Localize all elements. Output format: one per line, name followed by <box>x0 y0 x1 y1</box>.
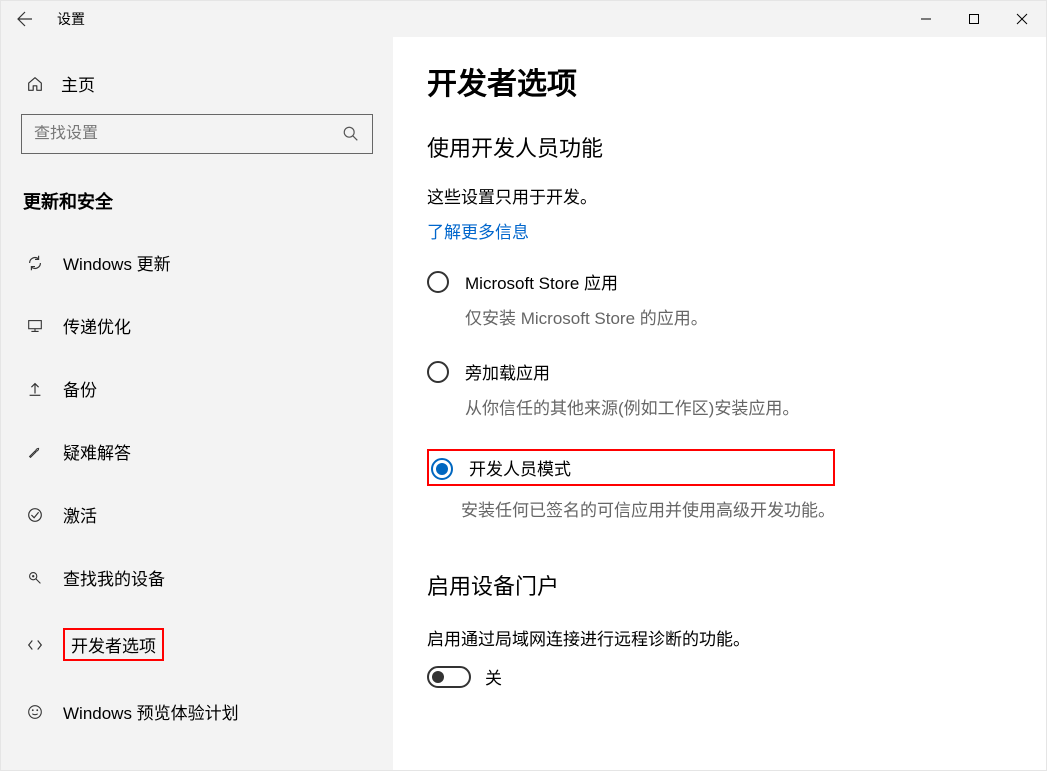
window-controls <box>902 1 1046 37</box>
sidebar-item-backup[interactable]: 备份 <box>21 362 373 415</box>
home-icon <box>25 74 45 94</box>
device-portal-toggle[interactable] <box>427 666 471 688</box>
learn-more-link[interactable]: 了解更多信息 <box>427 218 529 243</box>
sidebar-item-activation[interactable]: 激活 <box>21 488 373 541</box>
wrench-icon <box>25 442 45 462</box>
arrow-left-icon <box>17 11 33 27</box>
radio-sideload-apps[interactable]: 旁加载应用 从你信任的其他来源(例如工作区)安装应用。 <box>427 359 1012 419</box>
code-icon <box>25 635 45 655</box>
sidebar-item-delivery-optimization[interactable]: 传递优化 <box>21 299 373 352</box>
sidebar-item-label: Windows 更新 <box>63 250 171 275</box>
sidebar-item-label: 疑难解答 <box>63 439 131 464</box>
sidebar-item-windows-update[interactable]: Windows 更新 <box>21 236 373 289</box>
radio-label: Microsoft Store 应用 <box>465 269 708 294</box>
back-button[interactable] <box>1 1 49 37</box>
home-label: 主页 <box>61 71 95 96</box>
sidebar-item-find-my-device[interactable]: 查找我的设备 <box>21 551 373 604</box>
search-icon <box>342 125 360 143</box>
delivery-icon <box>25 316 45 336</box>
search-box[interactable] <box>21 114 373 154</box>
toggle-state-label: 关 <box>485 664 502 689</box>
check-circle-icon <box>25 505 45 525</box>
find-device-icon <box>25 568 45 588</box>
radio-label: 旁加载应用 <box>465 359 799 384</box>
section-device-portal-desc: 启用通过局域网连接进行远程诊断的功能。 <box>427 625 1012 650</box>
sidebar-item-troubleshoot[interactable]: 疑难解答 <box>21 425 373 478</box>
radio-desc: 从你信任的其他来源(例如工作区)安装应用。 <box>465 394 799 419</box>
sync-icon <box>25 253 45 273</box>
insider-icon <box>25 702 45 722</box>
sidebar-item-label: 传递优化 <box>63 313 131 338</box>
sidebar-item-label: Windows 预览体验计划 <box>63 699 239 724</box>
device-portal-toggle-row: 关 <box>427 664 1012 689</box>
title-bar: 设置 <box>1 1 1046 37</box>
section-developer-features-desc: 这些设置只用于开发。 <box>427 183 1012 208</box>
radio-developer-mode[interactable]: 开发人员模式 安装任何已签名的可信应用并使用高级开发功能。 <box>427 449 1012 521</box>
section-device-portal-title: 启用设备门户 <box>427 569 1012 601</box>
maximize-button[interactable] <box>950 1 998 37</box>
title-bar-left: 设置 <box>1 1 85 37</box>
radio-microsoft-store-apps[interactable]: Microsoft Store 应用 仅安装 Microsoft Store 的… <box>427 269 1012 329</box>
sidebar: 主页 更新和安全 Windows 更新 传递优化 备份 <box>1 37 393 770</box>
radio-icon <box>427 271 449 293</box>
toggle-knob-icon <box>432 671 444 683</box>
category-header: 更新和安全 <box>21 178 373 226</box>
close-button[interactable] <box>998 1 1046 37</box>
home-link[interactable]: 主页 <box>21 61 373 104</box>
sidebar-item-label: 激活 <box>63 502 97 527</box>
close-icon <box>1016 13 1028 25</box>
app-title: 设置 <box>49 9 85 29</box>
upload-icon <box>25 379 45 399</box>
radio-icon <box>427 361 449 383</box>
sidebar-item-insider-program[interactable]: Windows 预览体验计划 <box>21 685 373 738</box>
content-area: 主页 更新和安全 Windows 更新 传递优化 备份 <box>1 37 1046 770</box>
section-developer-features-title: 使用开发人员功能 <box>427 131 1012 163</box>
radio-icon <box>431 458 453 480</box>
minimize-icon <box>920 13 932 25</box>
radio-desc: 安装任何已签名的可信应用并使用高级开发功能。 <box>461 496 835 521</box>
minimize-button[interactable] <box>902 1 950 37</box>
main-content: 开发者选项 使用开发人员功能 这些设置只用于开发。 了解更多信息 Microso… <box>393 37 1046 770</box>
page-title: 开发者选项 <box>427 59 1012 103</box>
sidebar-item-developer-options[interactable]: 开发者选项 <box>21 614 373 675</box>
developer-mode-radio-group: Microsoft Store 应用 仅安装 Microsoft Store 的… <box>427 269 1012 521</box>
radio-desc: 仅安装 Microsoft Store 的应用。 <box>465 304 708 329</box>
search-input[interactable] <box>34 125 334 143</box>
radio-label: 开发人员模式 <box>469 455 571 480</box>
sidebar-item-label: 开发者选项 <box>63 628 164 661</box>
maximize-icon <box>968 13 980 25</box>
sidebar-item-label: 查找我的设备 <box>63 565 165 590</box>
sidebar-item-label: 备份 <box>63 376 97 401</box>
